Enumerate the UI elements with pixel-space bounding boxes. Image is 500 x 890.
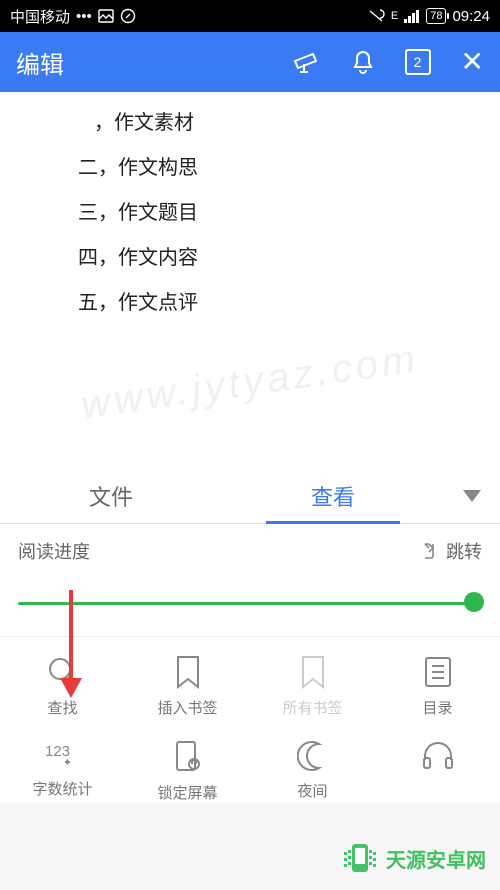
tool-insert-bookmark[interactable]: 插入书签 [125,655,250,718]
telescope-icon[interactable] [291,49,321,75]
content-line: 二，作文构思 [0,143,500,188]
tab-collapse-icon[interactable] [444,490,500,502]
bell-icon[interactable] [351,49,375,75]
tab-view[interactable]: 查看 [222,468,444,523]
slider-thumb[interactable] [464,592,484,612]
headphone-icon [421,740,455,772]
site-brand: 天源安卓网 [342,840,486,876]
content-line: 三，作文题目 [0,188,500,233]
picture-icon [98,8,114,24]
tool-lock-screen[interactable]: 锁定屏幕 [125,740,250,803]
app-toolbar: 编辑 2 ✕ [0,32,500,92]
vibrate-icon [367,8,385,24]
carrier-label: 中国移动 [10,6,70,27]
content-line: ，作文素材 [0,98,500,143]
page-count-badge[interactable]: 2 [405,49,431,75]
clock-label: 09:24 [452,8,490,25]
bookmark-all-icon [299,655,327,689]
jump-icon [422,542,440,560]
signal-icon [404,9,420,23]
tool-night-mode[interactable]: 夜间 [250,740,375,803]
bookmark-icon [174,655,202,689]
tab-file[interactable]: 文件 [0,468,222,523]
menu-dots: ••• [76,8,92,25]
moon-icon [297,740,329,772]
annotation-arrow-icon [56,590,86,700]
net-label: E [391,10,398,22]
jump-button[interactable]: 跳转 [422,538,482,564]
document-content[interactable]: ，作文素材 二，作文构思 三，作文题目 四，作文内容 五，作文点评 [0,92,500,468]
tool-toc[interactable]: 目录 [375,655,500,718]
brand-logo-icon [342,840,378,876]
content-line: 四，作文内容 [0,233,500,278]
compass-icon [120,8,136,24]
progress-slider[interactable] [18,592,482,612]
status-bar: 中国移动 ••• E 78 09:24 [0,0,500,32]
close-icon[interactable]: ✕ [461,48,484,76]
toc-icon [423,655,453,689]
tool-word-count[interactable]: 123 字数统计 [0,740,125,803]
tool-audio[interactable] [375,740,500,803]
progress-label: 阅读进度 [18,538,90,564]
lock-icon [174,740,202,774]
slider-track [18,602,482,605]
brand-text: 天源安卓网 [386,844,486,873]
panel-tabs: 文件 查看 [0,468,500,524]
battery-indicator: 78 [426,8,446,24]
svg-text:123: 123 [45,743,70,760]
content-line: 五，作文点评 [0,278,500,323]
count-icon: 123 [45,740,81,770]
toolbar-title[interactable]: 编辑 [16,45,64,80]
tool-all-bookmarks: 所有书签 [250,655,375,718]
